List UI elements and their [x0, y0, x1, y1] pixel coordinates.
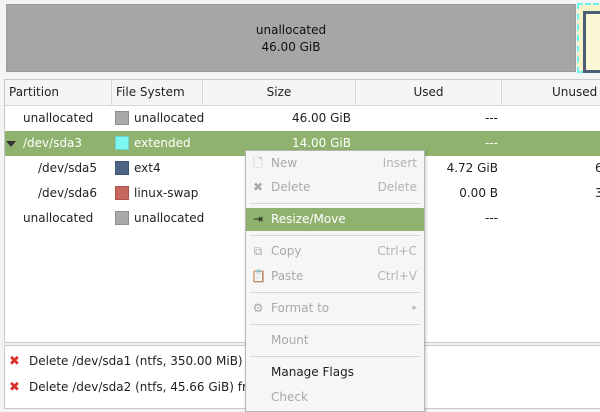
- disk-map-unallocated-block[interactable]: unallocated 46.00 GiB: [6, 4, 576, 72]
- file-system: ext4: [134, 161, 161, 175]
- list-item[interactable]: ✖ Delete /dev/sda1 (ntfs, 350.00 MiB) fro…: [9, 350, 274, 372]
- menu-item-accel: Ctrl+V: [377, 269, 417, 283]
- disk-map-extended-block[interactable]: [577, 3, 600, 73]
- menu-item-label: Resize/Move: [271, 212, 346, 226]
- column-header-file-system[interactable]: File System: [112, 80, 203, 105]
- delete-operation-icon: ✖: [9, 354, 20, 369]
- menu-item-paste[interactable]: 📋 Paste Ctrl+V: [246, 265, 424, 288]
- disk-map-ext4-block[interactable]: [583, 11, 600, 73]
- menu-item-copy[interactable]: ⧉ Copy Ctrl+C: [246, 240, 424, 263]
- file-system: extended: [134, 136, 191, 150]
- paste-icon: 📋: [251, 269, 266, 283]
- disk-map-unallocated-label: unallocated: [255, 23, 327, 37]
- operation-text: Delete /dev/sda2 (ntfs, 45.66 GiB) from: [29, 380, 266, 394]
- file-system: unallocated: [134, 211, 205, 225]
- partition-name: unallocated: [23, 111, 94, 125]
- menu-separator: [250, 203, 420, 204]
- menu-item-resize-move[interactable]: ⇥ Resize/Move: [246, 208, 424, 231]
- table-row[interactable]: unallocated unallocated 46.00 GiB ---: [5, 106, 600, 131]
- menu-item-mount[interactable]: Mount: [246, 329, 424, 352]
- partition-name: /dev/sda3: [23, 136, 83, 150]
- partition-name: unallocated: [23, 211, 94, 225]
- delete-operation-icon: ✖: [9, 380, 20, 395]
- partition-name: /dev/sda5: [38, 161, 98, 175]
- menu-separator: [250, 235, 420, 236]
- menu-item-label: Check: [271, 390, 308, 404]
- partition-size: 46.00 GiB: [291, 111, 351, 125]
- menu-item-new[interactable]: 🗋 New Insert: [246, 152, 424, 175]
- menu-item-label: New: [271, 156, 298, 170]
- column-header-partition[interactable]: Partition: [5, 80, 112, 105]
- table-header: Partition File System Size Used Unused: [5, 80, 600, 106]
- menu-separator: [250, 292, 420, 293]
- delete-icon: ✖: [252, 180, 264, 194]
- menu-item-accel: Delete: [377, 180, 417, 194]
- disk-map: unallocated 46.00 GiB: [0, 0, 600, 78]
- partition-unused: 6: [595, 156, 600, 181]
- column-header-size[interactable]: Size: [203, 80, 356, 105]
- format-icon: ⚙: [252, 301, 264, 315]
- menu-item-accel: Ctrl+C: [377, 244, 417, 258]
- new-icon: 🗋: [253, 156, 263, 170]
- copy-icon: ⧉: [253, 244, 263, 258]
- menu-item-label: Mount: [271, 333, 309, 347]
- menu-item-format-to[interactable]: ⚙ Format to ▸: [246, 297, 424, 320]
- partition-used: ---: [485, 111, 498, 125]
- menu-separator: [250, 356, 420, 357]
- fs-color-swatch: [115, 211, 129, 225]
- context-menu: 🗋 New Insert ✖ Delete Delete ⇥ Resize/Mo…: [245, 150, 425, 412]
- menu-item-manage-flags[interactable]: Manage Flags: [246, 361, 424, 384]
- disk-map-unallocated-size: 46.00 GiB: [261, 40, 321, 54]
- partition-unused: 3: [595, 181, 600, 206]
- operation-text: Delete /dev/sda1 (ntfs, 350.00 MiB) from: [29, 354, 275, 368]
- file-system: unallocated: [134, 111, 205, 125]
- menu-item-label: Delete: [271, 180, 311, 194]
- partition-name: /dev/sda6: [38, 186, 98, 200]
- menu-separator: [250, 324, 420, 325]
- collapse-arrow-icon[interactable]: [6, 141, 16, 147]
- column-header-unused[interactable]: Unused: [502, 80, 600, 105]
- file-system: linux-swap: [134, 186, 199, 200]
- menu-item-check[interactable]: Check: [246, 386, 424, 409]
- submenu-arrow-icon: ▸: [412, 303, 417, 313]
- menu-item-delete[interactable]: ✖ Delete Delete: [246, 176, 424, 199]
- fs-color-swatch: [115, 111, 129, 125]
- menu-item-label: Paste: [271, 269, 304, 283]
- menu-item-label: Manage Flags: [271, 365, 354, 379]
- resize-icon: ⇥: [252, 212, 264, 226]
- list-item[interactable]: ✖ Delete /dev/sda2 (ntfs, 45.66 GiB) from: [9, 376, 266, 398]
- fs-color-swatch: [115, 161, 129, 175]
- column-header-used[interactable]: Used: [356, 80, 502, 105]
- menu-item-label: Copy: [271, 244, 302, 258]
- menu-item-accel: Insert: [382, 156, 417, 170]
- menu-item-label: Format to: [271, 301, 330, 315]
- fs-color-swatch: [115, 136, 129, 150]
- fs-color-swatch: [115, 186, 129, 200]
